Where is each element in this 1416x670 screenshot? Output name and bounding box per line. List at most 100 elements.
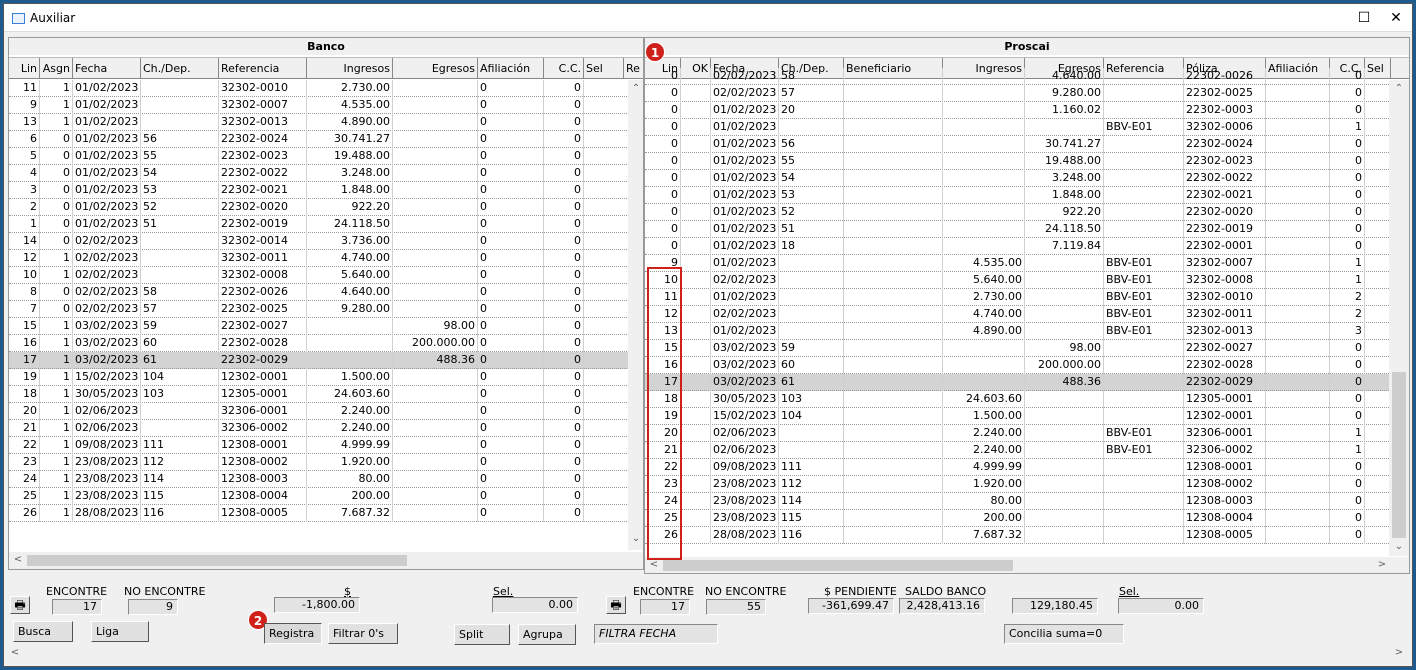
banco-horizontal-scrollbar[interactable]: < [9,552,643,569]
proscai-grid[interactable]: Proscai Lin OK Fecha Ch./Dep. Beneficiario In… [644,37,1410,574]
table-row[interactable]: 22 09/08/2023 111 4.999.99 12308-0001 0 [645,459,1391,476]
scroll-up-icon[interactable]: ⌃ [1392,82,1406,96]
scroll-thumb[interactable] [1392,372,1406,538]
table-row[interactable]: 7 0 02/02/2023 57 22302-0025 9.280.00 0 0 [9,301,643,318]
table-row[interactable]: 23 1 23/08/2023 112 12308-0002 1.920.00 0 0 [9,454,643,471]
filtrar-zeros-button[interactable]: Filtrar 0's [328,623,398,644]
table-row[interactable]: 0 01/02/2023 52 922.20 22302-0020 0 [645,204,1391,221]
table-row[interactable]: 12 1 02/02/2023 32302-0011 4.740.00 0 0 [9,250,643,267]
table-row[interactable]: 13 01/02/2023 4.890.00 BBV-E01 32302-0013 3 [645,323,1391,340]
proscai-vertical-scrollbar[interactable]: ⌃ ⌄ [1389,80,1409,556]
table-row[interactable]: 14 0 02/02/2023 32302-0014 3.736.00 0 0 [9,233,643,250]
table-row[interactable]: 20 02/06/2023 2.240.00 BBV-E01 32306-0001 1 [645,425,1391,442]
scroll-left-icon[interactable]: < [647,558,661,572]
saldo-banco-label: SALDO BANCO [905,585,987,598]
table-row[interactable]: 0 01/02/2023 53 1.848.00 22302-0021 0 [645,187,1391,204]
table-row[interactable]: 21 1 02/06/2023 32306-0002 2.240.00 0 0 [9,420,643,437]
table-row[interactable]: 18 1 30/05/2023 103 12305-0001 24.603.60 0 0 [9,386,643,403]
table-cell: 112 [141,454,219,471]
printer-icon[interactable]: 🖶 [10,596,30,614]
column-header[interactable]: Re [624,58,643,79]
scroll-up-icon[interactable]: ⌃ [629,82,643,96]
column-header[interactable]: Sel [584,58,624,79]
column-header[interactable]: Asgn [40,58,73,79]
table-row[interactable]: 21 02/06/2023 2.240.00 BBV-E01 32306-0002 1 [645,442,1391,459]
table-row[interactable]: 24 1 23/08/2023 114 12308-0003 80.00 0 0 [9,471,643,488]
concilia-suma-field[interactable]: Concilia suma=0 [1004,624,1124,644]
scroll-left-icon[interactable]: < [8,646,22,660]
table-row[interactable]: 13 1 01/02/2023 32302-0013 4.890.00 0 0 [9,114,643,131]
scroll-thumb[interactable] [27,555,407,566]
column-header[interactable]: Ingresos [307,58,393,79]
column-header[interactable]: Fecha [73,58,141,79]
table-row[interactable]: 16 1 03/02/2023 60 22302-0028 200.000.00 0 0 [9,335,643,352]
table-row[interactable]: 0 01/02/2023 18 7.119.84 22302-0001 0 [645,238,1391,255]
proscai-horizontal-scrollbar[interactable]: < > [645,557,1409,573]
scroll-down-icon[interactable]: ⌄ [629,532,643,546]
column-header[interactable]: Lin [9,58,40,79]
table-row[interactable]: 23 23/08/2023 112 1.920.00 12308-0002 0 [645,476,1391,493]
table-row[interactable]: 12 02/02/2023 4.740.00 BBV-E01 32302-0011 2 [645,306,1391,323]
table-row[interactable]: 20 1 02/06/2023 32306-0001 2.240.00 0 0 [9,403,643,420]
table-row[interactable]: 25 1 23/08/2023 115 12308-0004 200.00 0 0 [9,488,643,505]
table-cell: 5 [9,148,40,165]
table-row[interactable]: 0 02/02/2023 57 9.280.00 22302-0025 0 [645,85,1391,102]
scroll-down-icon[interactable]: ⌄ [1392,540,1406,554]
table-row[interactable]: 0 02/02/2023 58 4.640.00 22302-0026 0 [645,68,1391,85]
table-row[interactable]: 11 1 01/02/2023 32302-0010 2.730.00 0 0 [9,80,643,97]
table-row[interactable]: 10 1 02/02/2023 32302-0008 5.640.00 0 0 [9,267,643,284]
close-button[interactable]: ✕ [1382,8,1410,28]
table-cell [1266,391,1330,408]
table-row[interactable]: 17 1 03/02/2023 61 22302-0029 488.36 0 0 [9,352,643,369]
table-row[interactable]: 6 0 01/02/2023 56 22302-0024 30.741.27 0 0 [9,131,643,148]
maximize-button[interactable]: ☐ [1350,8,1378,28]
table-row[interactable]: 26 28/08/2023 116 7.687.32 12308-0005 0 [645,527,1391,544]
table-row[interactable]: 4 0 01/02/2023 54 22302-0022 3.248.00 0 0 [9,165,643,182]
table-row[interactable]: 8 0 02/02/2023 58 22302-0026 4.640.00 0 0 [9,284,643,301]
table-row[interactable]: 17 03/02/2023 61 488.36 22302-0029 0 [645,374,1391,391]
column-header[interactable]: Egresos [393,58,478,79]
table-row[interactable]: 0 01/02/2023 51 24.118.50 22302-0019 0 [645,221,1391,238]
banco-vertical-scrollbar[interactable]: ⌃ ⌄ [628,80,643,550]
table-row[interactable]: 19 15/02/2023 104 1.500.00 12302-0001 0 [645,408,1391,425]
split-button[interactable]: Split [454,624,510,645]
table-row[interactable]: 16 03/02/2023 60 200.000.00 22302-0028 0 [645,357,1391,374]
table-row[interactable]: 18 30/05/2023 103 24.603.60 12305-0001 0 [645,391,1391,408]
table-row[interactable]: 2 0 01/02/2023 52 22302-0020 922.20 0 0 [9,199,643,216]
printer-icon[interactable]: 🖶 [606,596,626,614]
table-row[interactable]: 9 01/02/2023 4.535.00 BBV-E01 32302-0007 1 [645,255,1391,272]
scroll-thumb[interactable] [663,560,1013,571]
table-row[interactable]: 1 0 01/02/2023 51 22302-0019 24.118.50 0 0 [9,216,643,233]
scroll-right-icon[interactable]: > [1392,646,1406,660]
table-row[interactable]: 9 1 01/02/2023 32302-0007 4.535.00 0 0 [9,97,643,114]
table-row[interactable]: 0 01/02/2023 55 19.488.00 22302-0023 0 [645,153,1391,170]
agrupa-button[interactable]: Agrupa [518,624,576,645]
table-row[interactable]: 11 01/02/2023 2.730.00 BBV-E01 32302-0010 2 [645,289,1391,306]
table-row[interactable]: 22 1 09/08/2023 111 12308-0001 4.999.99 0 0 [9,437,643,454]
table-row[interactable]: 24 23/08/2023 114 80.00 12308-0003 0 [645,493,1391,510]
table-row[interactable]: 26 1 28/08/2023 116 12308-0005 7.687.32 0 0 [9,505,643,522]
table-row[interactable]: 3 0 01/02/2023 53 22302-0021 1.848.00 0 0 [9,182,643,199]
table-row[interactable]: 10 02/02/2023 5.640.00 BBV-E01 32302-0008 1 [645,272,1391,289]
table-row[interactable]: 5 0 01/02/2023 55 22302-0023 19.488.00 0 0 [9,148,643,165]
busca-button[interactable]: Busca [13,621,73,642]
banco-grid[interactable]: Banco Lin Asgn Fecha Ch./Dep. Referencia Ingr… [8,37,644,570]
scroll-left-icon[interactable]: < [11,553,25,567]
table-row[interactable]: 0 01/02/2023 BBV-E01 32302-0006 1 [645,119,1391,136]
registra-button[interactable]: Registra [264,623,322,644]
table-row[interactable]: 15 03/02/2023 59 98.00 22302-0027 0 [645,340,1391,357]
column-header[interactable]: Afiliación [478,58,544,79]
table-row[interactable]: 0 01/02/2023 54 3.248.00 22302-0022 0 [645,170,1391,187]
table-row[interactable]: 0 01/02/2023 56 30.741.27 22302-0024 0 [645,136,1391,153]
column-header[interactable]: Ch./Dep. [141,58,219,79]
table-row[interactable]: 25 23/08/2023 115 200.00 12308-0004 0 [645,510,1391,527]
table-row[interactable]: 0 01/02/2023 20 1.160.02 22302-0003 0 [645,102,1391,119]
table-row[interactable]: 15 1 03/02/2023 59 22302-0027 98.00 0 0 [9,318,643,335]
scroll-right-icon[interactable]: > [1375,558,1389,572]
liga-button[interactable]: Liga [91,621,149,642]
column-header[interactable]: C.C. [544,58,584,79]
window-horizontal-scrollbar[interactable]: < > [6,645,1410,662]
column-header[interactable]: Referencia [219,58,307,79]
table-row[interactable]: 19 1 15/02/2023 104 12302-0001 1.500.00 0 0 [9,369,643,386]
filtra-fecha-field[interactable]: FILTRA FECHA [594,624,718,644]
